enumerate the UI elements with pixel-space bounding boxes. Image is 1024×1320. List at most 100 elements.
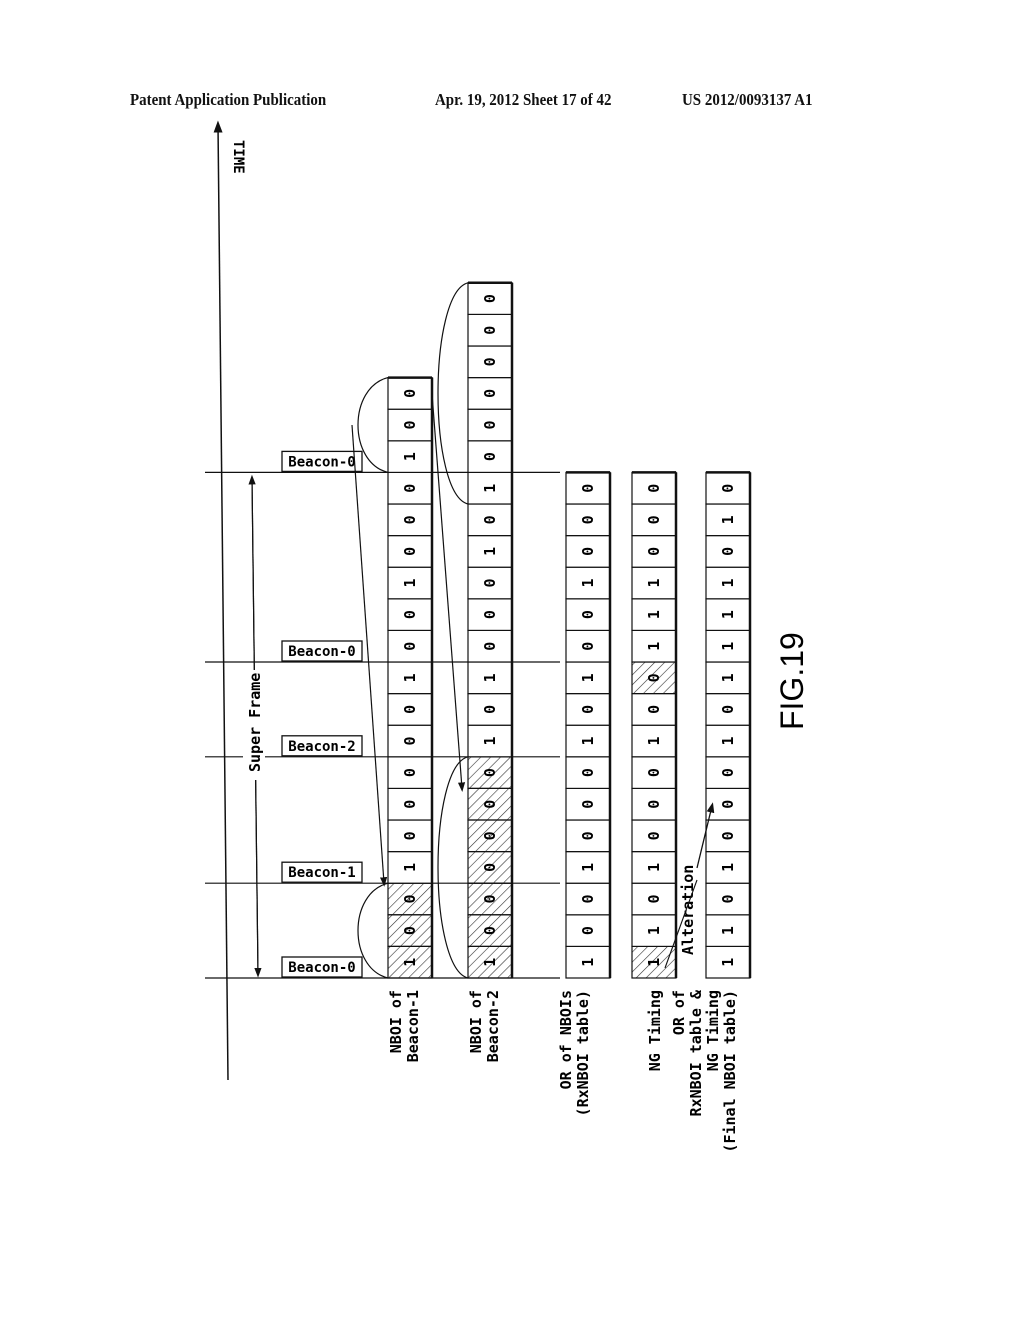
bit-value: 0 — [579, 642, 597, 651]
row-label: NG Timing — [646, 990, 664, 1071]
bit-value: 0 — [401, 642, 419, 651]
bit-value: 0 — [481, 705, 499, 714]
beacon-label: Beacon-0 — [288, 644, 355, 660]
bit-value: 0 — [579, 831, 597, 840]
bit-value: 0 — [719, 768, 737, 777]
bit-value: 0 — [481, 894, 499, 903]
bit-value: 0 — [401, 515, 419, 524]
row-label: OR of NBOIs — [557, 990, 575, 1089]
bit-value: 1 — [401, 863, 419, 872]
bit-value: 0 — [401, 484, 419, 493]
row-label: (Final NBOI table) — [721, 990, 739, 1153]
bit-value: 0 — [401, 800, 419, 809]
bit-value: 1 — [481, 484, 499, 493]
super-frame-label: Super Frame — [246, 673, 264, 772]
bit-value: 1 — [719, 673, 737, 682]
bit-value: 0 — [645, 894, 663, 903]
row-label: (RxNBOI table) — [574, 990, 592, 1116]
bit-value: 1 — [401, 958, 419, 967]
bit-value: 0 — [645, 515, 663, 524]
bit-value: 0 — [719, 800, 737, 809]
bit-value: 0 — [481, 863, 499, 872]
bit-value: 0 — [579, 894, 597, 903]
bit-value: 1 — [579, 673, 597, 682]
bit-value: 1 — [645, 926, 663, 935]
bit-value: 1 — [645, 736, 663, 745]
bit-value: 0 — [481, 357, 499, 366]
bit-value: 0 — [481, 294, 499, 303]
bit-value: 0 — [645, 484, 663, 493]
row-label: OR of — [670, 990, 688, 1035]
bit-value: 0 — [481, 800, 499, 809]
bit-value: 0 — [401, 420, 419, 429]
bit-value: 1 — [481, 736, 499, 745]
bit-value: 0 — [481, 831, 499, 840]
bit-value: 0 — [645, 831, 663, 840]
bit-value: 1 — [719, 578, 737, 587]
bit-value: 0 — [645, 547, 663, 556]
bit-value: 0 — [481, 389, 499, 398]
bit-value: 0 — [481, 926, 499, 935]
bit-value: 0 — [401, 736, 419, 745]
beacon-label: Beacon-1 — [288, 865, 355, 881]
bit-value: 1 — [579, 863, 597, 872]
bit-value: 0 — [579, 515, 597, 524]
bit-value: 0 — [481, 642, 499, 651]
row-label: NBOI of — [467, 990, 485, 1053]
bit-value: 0 — [719, 831, 737, 840]
bit-value: 0 — [719, 705, 737, 714]
bit-value: 0 — [401, 705, 419, 714]
bit-value: 0 — [401, 547, 419, 556]
bit-value: 1 — [645, 642, 663, 651]
fig19-diagram: TIME Beacon-0 Beacon-1 Beacon-2 Beacon-0 Bea… — [205, 120, 810, 1153]
bit-value: 0 — [481, 610, 499, 619]
bit-value: 0 — [645, 768, 663, 777]
figure-label: FIG.19 — [774, 632, 810, 730]
bit-value: 0 — [579, 800, 597, 809]
bit-value: 1 — [719, 958, 737, 967]
bit-value: 1 — [719, 642, 737, 651]
copy-bracket-bottom — [437, 756, 469, 979]
beacon-label: Beacon-2 — [288, 739, 355, 755]
bit-value: 1 — [719, 863, 737, 872]
nboi-row: 1 0 0 1 0 0 0 0 0 1 0 0 1 0 0 0 1 0 0 — [387, 376, 434, 979]
alteration-label: Alteration — [679, 865, 697, 955]
bit-value: 1 — [579, 958, 597, 967]
bit-value: 0 — [481, 515, 499, 524]
bit-value: 0 — [401, 389, 419, 398]
nboi-row: 1 0 0 0 0 0 0 1 0 1 0 0 0 1 0 1 0 0 0 0 0 0 — [467, 281, 514, 979]
nboi-row: 1 1 0 1 0 0 0 1 0 1 1 1 1 0 1 0 — [705, 471, 752, 979]
bit-value: 0 — [579, 768, 597, 777]
bit-value: 0 — [719, 547, 737, 556]
bit-value: 1 — [579, 578, 597, 587]
copy-bracket-top — [437, 282, 469, 505]
bit-value: 0 — [481, 578, 499, 587]
bit-value: 1 — [719, 610, 737, 619]
bit-value: 1 — [645, 958, 663, 967]
bit-value: 0 — [481, 326, 499, 335]
bit-value: 1 — [579, 736, 597, 745]
bit-value: 1 — [481, 673, 499, 682]
bit-value: 0 — [401, 610, 419, 619]
bit-value: 0 — [579, 484, 597, 493]
row-label: Beacon-1 — [404, 990, 422, 1062]
bit-value: 0 — [719, 894, 737, 903]
bit-value: 1 — [645, 610, 663, 619]
bit-value: 0 — [401, 831, 419, 840]
bit-value: 0 — [579, 610, 597, 619]
beacon-label: Beacon-0 — [288, 960, 355, 976]
row-label: NG Timing — [704, 990, 722, 1071]
bit-value: 0 — [401, 926, 419, 935]
bit-value: 0 — [645, 705, 663, 714]
bit-value: 0 — [579, 705, 597, 714]
bit-value: 0 — [401, 768, 419, 777]
nboi-row: 1 1 0 1 0 0 0 1 0 0 1 1 1 0 0 0 — [631, 471, 678, 979]
bit-value: 0 — [481, 768, 499, 777]
bit-value: 0 — [481, 420, 499, 429]
bit-value: 1 — [481, 547, 499, 556]
bit-value: 0 — [645, 800, 663, 809]
bit-value: 1 — [719, 515, 737, 524]
bit-value: 0 — [579, 926, 597, 935]
bit-value: 0 — [645, 673, 663, 682]
time-axis — [213, 120, 229, 1081]
